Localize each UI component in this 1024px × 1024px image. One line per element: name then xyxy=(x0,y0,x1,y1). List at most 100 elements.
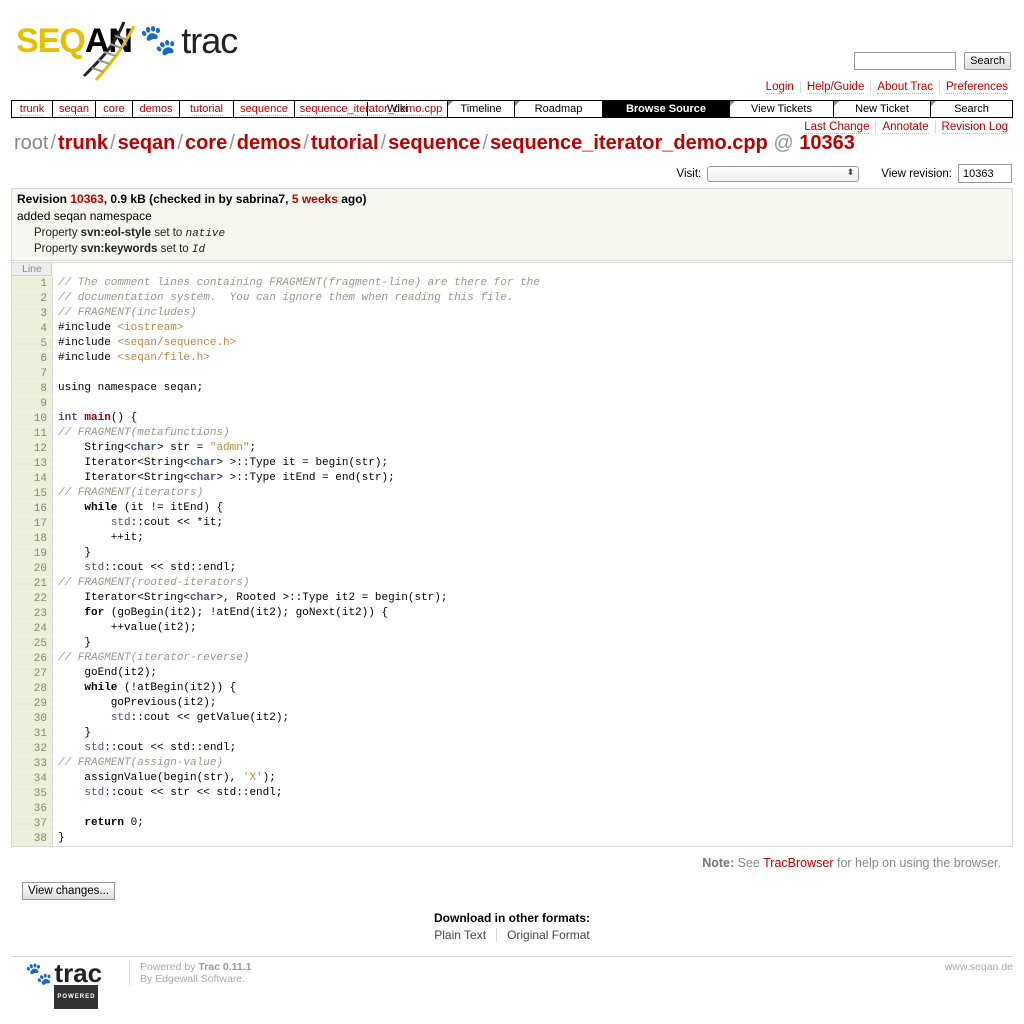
nav-crumb-trunk[interactable]: trunk xyxy=(12,101,52,117)
line-number[interactable]: 5 xyxy=(12,336,53,351)
tab-roadmap[interactable]: Roadmap xyxy=(514,101,602,117)
nav-crumb-sequence[interactable]: sequence xyxy=(233,101,294,117)
annotate-link[interactable]: Annotate xyxy=(882,121,929,134)
revision-input[interactable] xyxy=(958,164,1012,183)
search-input[interactable] xyxy=(854,52,957,70)
edgewall-link[interactable]: Edgewall Software xyxy=(155,973,242,985)
path-trunk-link[interactable]: trunk xyxy=(58,132,108,154)
path-rev-link[interactable]: 10363 xyxy=(799,132,855,154)
site-link[interactable]: www.seqan.de xyxy=(945,961,1013,973)
line-number[interactable]: 27 xyxy=(12,666,53,681)
line-number[interactable]: 29 xyxy=(12,696,53,711)
code-line: 29 goPrevious(it2); xyxy=(12,696,1012,711)
path-seqan-link[interactable]: seqan xyxy=(118,132,176,154)
line-number[interactable]: 24 xyxy=(12,621,53,636)
code-line: 2 // documentation system. You can ignore… xyxy=(12,291,1012,306)
line-number[interactable]: 4 xyxy=(12,321,53,336)
preferences-link[interactable]: Preferences xyxy=(945,81,1008,94)
tab-view-tickets[interactable]: View Tickets xyxy=(729,101,833,117)
tab-new-ticket[interactable]: New Ticket xyxy=(833,101,930,117)
code-text: // FRAGMENT(metafunctions) xyxy=(58,427,230,439)
line-number[interactable]: 22 xyxy=(12,591,53,606)
login-link[interactable]: Login xyxy=(765,81,794,94)
nav-crumb-file[interactable]: sequence_iterator_demo.cpp Wiki xyxy=(294,101,447,117)
code-line: 13 Iterator<String<char> >::Type it = be… xyxy=(12,456,1012,471)
line-number[interactable]: 35 xyxy=(12,786,53,801)
nav-crumb-tutorial[interactable]: tutorial xyxy=(179,101,233,117)
tracbrowser-link[interactable]: TracBrowser xyxy=(763,856,833,870)
line-number[interactable]: 18 xyxy=(12,531,53,546)
line-number[interactable]: 14 xyxy=(12,471,53,486)
line-number[interactable]: 16 xyxy=(12,501,53,516)
line-number[interactable]: 13 xyxy=(12,456,53,471)
line-number[interactable]: 32 xyxy=(12,741,53,756)
line-number[interactable]: 10 xyxy=(12,411,53,426)
tab-browse-source[interactable]: Browse Source xyxy=(602,101,729,117)
line-number[interactable]: 38 xyxy=(12,831,53,846)
code-line: 6 #include <seqan/file.h> xyxy=(12,351,1012,366)
path-demos-link[interactable]: demos xyxy=(237,132,301,154)
path-core-link[interactable]: core xyxy=(185,132,227,154)
code-line: 17 std::cout << *it; xyxy=(12,516,1012,531)
revision-log-link[interactable]: Revision Log xyxy=(941,121,1008,134)
trac-version-link[interactable]: Trac 0.11.1 xyxy=(198,961,251,973)
line-number[interactable]: 1 xyxy=(12,276,53,291)
tab-search[interactable]: Search xyxy=(930,101,1012,117)
line-number[interactable]: 9 xyxy=(12,396,53,411)
age-link[interactable]: 5 weeks xyxy=(292,192,338,206)
line-number[interactable]: 28 xyxy=(12,681,53,696)
path-tutorial-link[interactable]: tutorial xyxy=(311,132,379,154)
trac-powered-logo[interactable]: 🐾 trac POWERED xyxy=(25,960,102,1009)
code-line: 38} xyxy=(12,831,1012,846)
line-number[interactable]: 31 xyxy=(12,726,53,741)
code-text: std::cout << getValue(it2); xyxy=(110,712,290,724)
nav-crumb-core[interactable]: core xyxy=(95,101,132,117)
line-number[interactable]: 17 xyxy=(12,516,53,531)
line-number[interactable]: 6 xyxy=(12,351,53,366)
line-number[interactable]: 36 xyxy=(12,801,53,816)
about-trac-link[interactable]: About Trac xyxy=(877,81,933,94)
revision-link[interactable]: 10363 xyxy=(70,192,103,206)
line-number[interactable]: 26 xyxy=(12,651,53,666)
line-number[interactable]: 30 xyxy=(12,711,53,726)
code-text: Iterator<String<char> >::Type it = begin… xyxy=(58,457,389,469)
path-sequence-link[interactable]: sequence xyxy=(388,132,480,154)
search-button[interactable]: Search xyxy=(964,52,1011,70)
seqan-trac-logo[interactable]: SEQAN 🐾 trac xyxy=(16,12,238,81)
help-note: Note: See TracBrowser for help on using … xyxy=(702,856,1001,870)
line-number[interactable]: 23 xyxy=(12,606,53,621)
path-root-link[interactable]: root xyxy=(14,132,48,154)
tab-timeline[interactable]: Timeline xyxy=(447,101,514,117)
line-number[interactable]: 20 xyxy=(12,561,53,576)
code-line: 33 // FRAGMENT(assign-value) xyxy=(12,756,1012,771)
tab-wiki[interactable]: Wiki xyxy=(387,103,408,115)
revision-info: Revision 10363, 0.9 kB (checked in by sa… xyxy=(11,188,1013,261)
visit-select[interactable] xyxy=(707,165,860,182)
commit-message: added seqan namespace xyxy=(17,209,152,223)
line-number[interactable]: 34 xyxy=(12,771,53,786)
original-format-link[interactable]: Original Format xyxy=(496,928,600,942)
code-text: int main() { xyxy=(58,412,138,424)
line-number[interactable]: 11 xyxy=(12,426,53,441)
code-text: } xyxy=(58,832,65,844)
line-number[interactable]: 19 xyxy=(12,546,53,561)
line-number[interactable]: 12 xyxy=(12,441,53,456)
line-number[interactable]: 3 xyxy=(12,306,53,321)
line-number[interactable]: 21 xyxy=(12,576,53,591)
nav-crumb-seqan[interactable]: seqan xyxy=(52,101,95,117)
path-file-link[interactable]: sequence_iterator_demo.cpp xyxy=(490,132,768,154)
property-list: Property svn:eol-style set to native Pro… xyxy=(34,226,225,258)
line-number[interactable]: 37 xyxy=(12,816,53,831)
line-number[interactable]: 7 xyxy=(12,366,53,381)
code-line: 31 } xyxy=(12,726,1012,741)
code-text: ++it; xyxy=(58,532,144,544)
line-number[interactable]: 25 xyxy=(12,636,53,651)
plain-text-link[interactable]: Plain Text xyxy=(424,928,496,942)
line-number[interactable]: 33 xyxy=(12,756,53,771)
line-number[interactable]: 8 xyxy=(12,381,53,396)
view-changes-button[interactable]: View changes... xyxy=(22,882,115,900)
line-number[interactable]: 2 xyxy=(12,291,53,306)
line-number[interactable]: 15 xyxy=(12,486,53,501)
help-guide-link[interactable]: Help/Guide xyxy=(806,81,865,94)
nav-crumb-demos[interactable]: demos xyxy=(132,101,179,117)
